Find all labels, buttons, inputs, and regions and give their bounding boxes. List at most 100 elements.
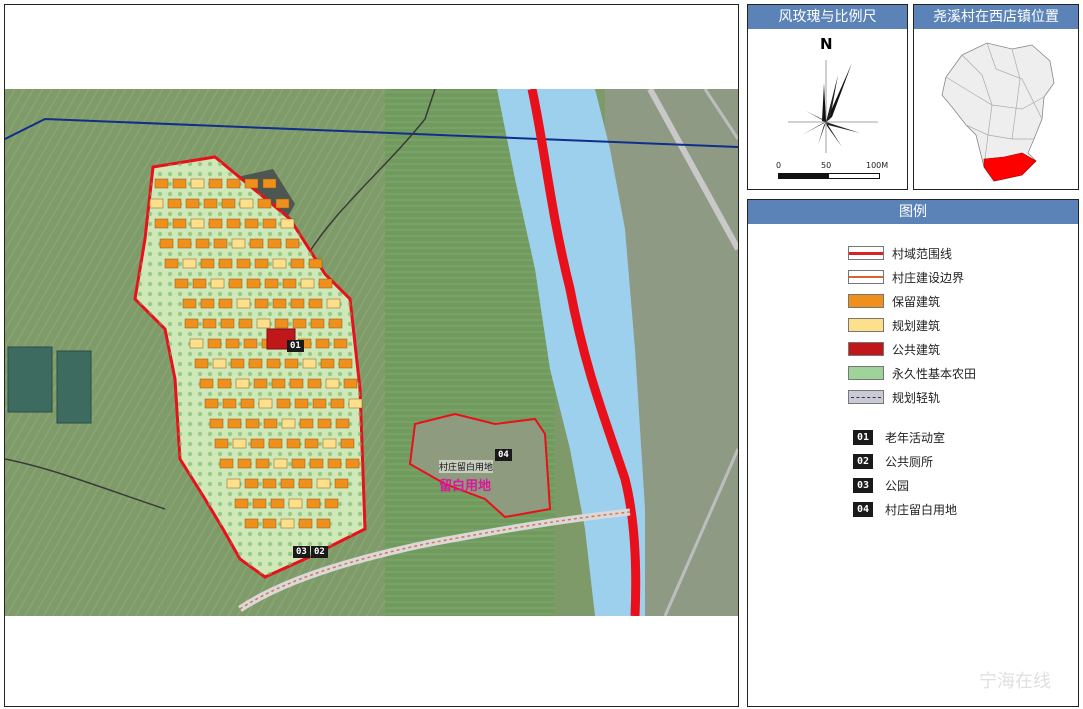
building xyxy=(185,198,200,209)
building xyxy=(280,518,295,529)
building xyxy=(285,238,300,249)
badge-02[interactable]: 02 xyxy=(311,546,328,558)
code-label: 公共厕所 xyxy=(885,454,934,469)
building xyxy=(328,318,343,329)
building xyxy=(299,418,314,429)
village-boundary-swatch xyxy=(848,246,884,260)
building xyxy=(209,418,224,429)
building xyxy=(177,238,192,249)
building xyxy=(317,418,332,429)
building xyxy=(219,458,234,469)
building xyxy=(310,318,325,329)
scale-label-50: 50 xyxy=(821,161,832,170)
building xyxy=(226,178,241,189)
building xyxy=(262,478,277,489)
building xyxy=(217,378,232,389)
code-badge: 03 xyxy=(853,477,873,493)
building xyxy=(210,278,225,289)
building xyxy=(172,178,187,189)
greenhouse xyxy=(7,346,53,413)
code-item-01: 01 老年活动室 xyxy=(853,429,945,445)
badge-01[interactable]: 01 xyxy=(287,340,304,352)
building xyxy=(343,378,358,389)
building xyxy=(320,358,335,369)
code-badge: 01 xyxy=(853,429,873,445)
legend-item-public-building: 公共建筑 xyxy=(848,341,940,357)
building xyxy=(345,458,360,469)
legend-label: 规划建筑 xyxy=(892,318,941,333)
building xyxy=(272,258,287,269)
building xyxy=(234,498,249,509)
legend-label: 公共建筑 xyxy=(892,342,941,357)
map-frame: 01 03 02 04 村庄留白用地 留白用地 xyxy=(4,4,739,707)
building xyxy=(264,278,279,289)
building xyxy=(306,498,321,509)
building xyxy=(289,378,304,389)
township-map[interactable] xyxy=(932,35,1062,187)
building xyxy=(257,198,272,209)
legend-label: 保留建筑 xyxy=(892,294,941,309)
building xyxy=(190,218,205,229)
badge-03[interactable]: 03 xyxy=(293,546,310,558)
building xyxy=(327,458,342,469)
building xyxy=(236,298,251,309)
location-title: 尧溪村在西店镇位置 xyxy=(914,5,1078,29)
building xyxy=(226,218,241,229)
north-label: N xyxy=(820,35,833,53)
building xyxy=(236,258,251,269)
building xyxy=(207,338,222,349)
code-label: 村庄留白用地 xyxy=(885,502,958,517)
building xyxy=(272,298,287,309)
building xyxy=(184,318,199,329)
planned-building-swatch xyxy=(848,318,884,332)
farmland-swatch xyxy=(848,366,884,380)
building xyxy=(200,258,215,269)
building xyxy=(298,478,313,489)
building xyxy=(172,218,187,229)
building xyxy=(325,378,340,389)
badge-04[interactable]: 04 xyxy=(495,449,512,461)
building xyxy=(290,298,305,309)
reserve-land-big-label: 留白用地 xyxy=(439,479,492,494)
building xyxy=(315,338,330,349)
building xyxy=(154,218,169,229)
scale-label-100: 100M xyxy=(866,161,889,170)
building xyxy=(200,298,215,309)
building xyxy=(274,318,289,329)
building xyxy=(164,258,179,269)
building xyxy=(239,198,254,209)
building xyxy=(174,278,189,289)
building xyxy=(282,278,297,289)
building xyxy=(208,178,223,189)
building xyxy=(244,178,259,189)
building xyxy=(182,258,197,269)
building xyxy=(237,458,252,469)
building xyxy=(252,498,267,509)
building xyxy=(246,278,261,289)
code-badge: 02 xyxy=(853,453,873,469)
building xyxy=(222,398,237,409)
building xyxy=(288,498,303,509)
building xyxy=(262,178,277,189)
building xyxy=(338,358,353,369)
building xyxy=(302,358,317,369)
satellite-map[interactable] xyxy=(5,89,738,616)
wind-rose-icon xyxy=(788,60,878,153)
legend-label: 永久性基本农田 xyxy=(892,366,977,381)
public-building-swatch xyxy=(848,342,884,356)
building xyxy=(243,338,258,349)
compass-panel: 风玫瑰与比例尺 N 0 50 100M xyxy=(747,4,908,190)
building xyxy=(273,458,288,469)
building xyxy=(335,418,350,429)
building xyxy=(268,438,283,449)
scale-bar xyxy=(778,173,880,179)
building xyxy=(240,398,255,409)
building xyxy=(291,458,306,469)
scale-label-0: 0 xyxy=(776,161,782,170)
legend-item-light-rail: 规划轻轨 xyxy=(848,389,940,405)
building xyxy=(262,518,277,529)
building xyxy=(154,178,169,189)
code-item-04: 04 村庄留白用地 xyxy=(853,501,957,517)
building xyxy=(270,498,285,509)
building xyxy=(244,218,259,229)
